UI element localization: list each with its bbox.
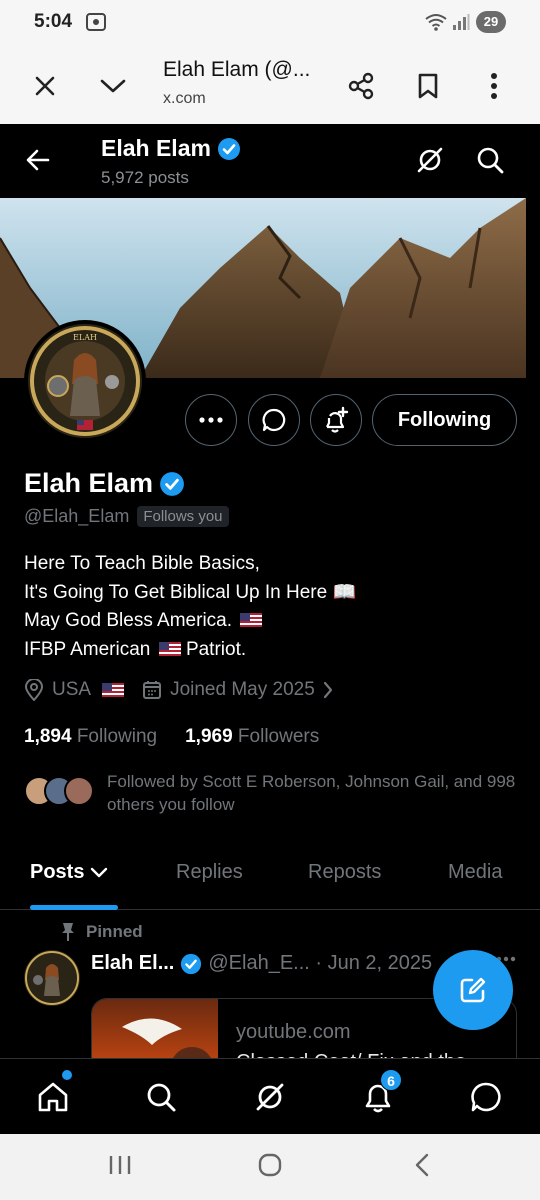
chevron-right-icon (323, 681, 333, 699)
followers-count: 1,969 (185, 726, 233, 747)
handle-row: @Elah_Elam Follows you (24, 506, 229, 527)
profile-header: Elah Elam 5,972 posts (0, 124, 540, 198)
bio-line: Here To Teach Bible Basics, (24, 553, 260, 574)
more-options-button[interactable] (185, 394, 237, 446)
profile-name-text: Elah Elam (24, 468, 154, 498)
post-author-avatar[interactable] (24, 950, 80, 1006)
home-icon[interactable] (33, 1077, 73, 1117)
profile-meta: USA Joined May 2025 (24, 679, 351, 701)
tab-reposts[interactable]: Reposts (308, 861, 381, 884)
post-handle-date: @Elah_E... · Jun 2, 2025 (208, 952, 433, 974)
tab-replies[interactable]: Replies (176, 861, 243, 884)
location-icon (24, 679, 44, 701)
browser-toolbar: Elah Elam (@... x.com (0, 46, 540, 124)
profile-page: Elah Elam 5,972 posts ELAH Following Ela… (0, 124, 540, 1134)
grok-icon[interactable] (250, 1077, 290, 1117)
pinned-label: Pinned (86, 922, 143, 941)
tab-posts[interactable]: Posts (30, 861, 108, 884)
profile-bio: Here To Teach Bible Basics, It's Going T… (24, 550, 356, 664)
profile-tabs: Posts Replies Reposts Media (0, 844, 540, 910)
message-button[interactable] (248, 394, 300, 446)
compose-button[interactable] (433, 950, 513, 1030)
home-button-icon[interactable] (257, 1152, 283, 1178)
more-vertical-icon[interactable] (474, 66, 514, 106)
bookmark-icon[interactable] (408, 66, 448, 106)
home-unread-dot (62, 1070, 72, 1080)
us-flag-icon (240, 613, 263, 627)
post-author-name[interactable]: Elah El... (91, 952, 174, 975)
status-bar: 5:04 29 (0, 0, 540, 46)
header-name-text: Elah Elam (101, 135, 211, 161)
following-count-link[interactable]: 1,894 Following (24, 726, 157, 748)
chevron-down-icon (90, 867, 108, 879)
system-navigation (0, 1134, 540, 1200)
bio-line-text: Patriot. (185, 638, 247, 660)
system-back-icon[interactable] (410, 1152, 434, 1178)
post-header: Elah El... @Elah_E... · Jun 2, 2025 (91, 952, 432, 975)
grok-icon[interactable] (414, 144, 446, 176)
profile-name: Elah Elam (24, 468, 185, 499)
avatar (64, 776, 94, 806)
us-flag-icon (102, 683, 125, 697)
followers-label: Followers (237, 726, 320, 747)
tab-media[interactable]: Media (448, 861, 502, 884)
notifications-badge: 6 (380, 1069, 402, 1091)
screen-record-icon (86, 13, 106, 31)
followed-by-text: Followed by Scott E Roberson, Johnson Ga… (107, 772, 516, 814)
notify-button[interactable] (310, 394, 362, 446)
following-button[interactable]: Following (372, 394, 517, 446)
notification-add-icon (322, 406, 350, 434)
page-title: Elah Elam (@... (163, 58, 311, 81)
recent-apps-icon[interactable] (107, 1152, 133, 1178)
profile-handle: @Elah_Elam (24, 506, 130, 526)
followers-count-link[interactable]: 1,969 Followers (185, 726, 319, 748)
page-domain: x.com (163, 90, 206, 107)
status-time: 5:04 (34, 11, 73, 32)
posts-count: 5,972 posts (101, 168, 189, 187)
bio-line: IFBP American Patriot. (24, 636, 356, 665)
calendar-icon (142, 680, 162, 700)
bio-line-text: May God Bless America. (24, 610, 233, 631)
follow-counts: 1,894 Following 1,969 Followers (24, 726, 319, 748)
profile-actions: Following (0, 394, 540, 446)
compose-icon (458, 975, 488, 1005)
messages-icon[interactable] (466, 1077, 506, 1117)
follows-you-badge: Follows you (137, 506, 229, 527)
chat-icon (261, 407, 287, 433)
verified-badge-icon (180, 953, 202, 975)
tab-label: Posts (30, 861, 85, 883)
search-icon[interactable] (474, 144, 506, 176)
wifi-icon (425, 13, 447, 31)
back-arrow-icon[interactable] (20, 142, 56, 178)
pinned-indicator: Pinned (60, 922, 143, 942)
location-text: USA (52, 679, 92, 700)
us-flag-icon (158, 641, 181, 656)
followed-by[interactable]: Followed by Scott E Roberson, Johnson Ga… (24, 770, 527, 816)
bottom-navigation: 6 (0, 1058, 540, 1134)
verified-badge-icon[interactable] (159, 471, 185, 497)
more-horizontal-icon (199, 417, 223, 423)
mutual-avatars (24, 770, 96, 810)
pin-icon (60, 922, 76, 942)
bio-line: May God Bless America. (24, 607, 356, 636)
bio-line: It's Going To Get Biblical Up In Here 📖 (24, 581, 357, 603)
header-name: Elah Elam (101, 135, 241, 162)
verified-badge-icon (217, 137, 241, 161)
active-tab-indicator (30, 905, 118, 910)
close-icon[interactable] (25, 66, 65, 106)
following-count: 1,894 (24, 726, 72, 747)
search-icon[interactable] (141, 1077, 181, 1117)
link-card-domain: youtube.com (236, 1021, 351, 1043)
location-item: USA (24, 679, 125, 701)
joined-text: Joined May 2025 (170, 679, 315, 700)
joined-item[interactable]: Joined May 2025 (142, 679, 333, 701)
chevron-down-icon[interactable] (93, 66, 133, 106)
battery-indicator: 29 (476, 11, 506, 33)
bio-line-text: IFBP American (24, 638, 151, 660)
following-label: Following (76, 726, 158, 747)
share-icon[interactable] (341, 66, 381, 106)
svg-text:ELAH: ELAH (73, 333, 97, 342)
signal-icon (452, 14, 470, 30)
